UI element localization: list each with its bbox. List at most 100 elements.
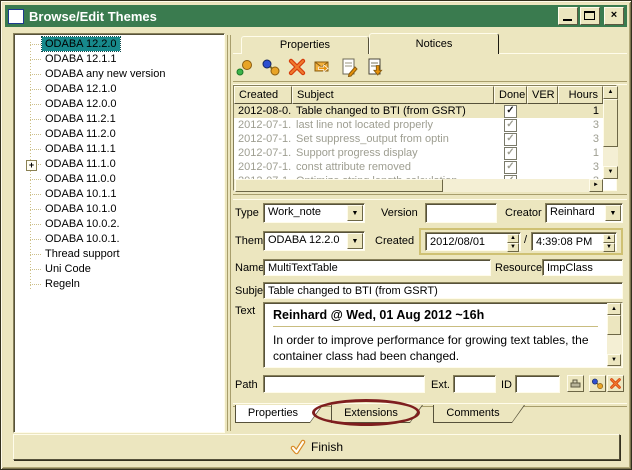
edit-document-icon[interactable] (339, 57, 359, 77)
text-divider (273, 326, 598, 327)
tree-item-odaba-10-0-1[interactable]: ODABA 10.0.1. (14, 232, 224, 247)
maximize-icon (584, 11, 595, 20)
created-date-spinner[interactable]: ▲ ▼ (425, 232, 521, 251)
version-field[interactable] (425, 203, 497, 223)
maximize-button[interactable] (580, 7, 600, 25)
tree-item-odaba-12-1-1[interactable]: ODABA 12.1.1 (14, 52, 224, 67)
id-field[interactable] (515, 375, 560, 393)
names-field[interactable] (263, 259, 491, 276)
tree-item-regeln[interactable]: Regeln (14, 277, 224, 292)
text-label: Text (235, 305, 255, 317)
tree-item-odaba-10-0-2[interactable]: ODABA 10.0.2. (14, 217, 224, 232)
minimize-button[interactable] (558, 7, 578, 25)
minimize-icon (563, 19, 572, 21)
title-bar: Browse/Edit Themes × (5, 5, 627, 27)
tree-item-odaba-12-1-0[interactable]: ODABA 12.1.0 (14, 82, 224, 97)
chevron-down-icon[interactable]: ▼ (347, 233, 363, 249)
chevron-down-icon[interactable]: ▼ (347, 205, 363, 221)
tab-comments[interactable]: Comments (433, 405, 525, 423)
chevron-down-icon[interactable]: ▼ (605, 205, 621, 221)
tab-properties-top[interactable]: Properties (241, 36, 369, 54)
text-heading: Reinhard @ Wed, 01 Aug 2012 ~16h (273, 308, 598, 322)
tab-extensions[interactable]: Extensions (331, 405, 423, 423)
table-horizontal-scrollbar[interactable]: ► (234, 179, 603, 192)
column-header-created[interactable]: Created (234, 86, 292, 104)
tree-item-odaba-any-new-version[interactable]: ODABA any new version (14, 67, 224, 82)
tree-item-odaba-11-1-1[interactable]: ODABA 11.1.1 (14, 142, 224, 157)
text-scroll-thumb[interactable] (607, 315, 621, 335)
tab-notices[interactable]: Notices (369, 33, 499, 54)
expand-plus-icon[interactable]: + (26, 160, 37, 171)
tab-properties-bottom[interactable]: Properties (235, 405, 323, 423)
delete-icon[interactable] (287, 57, 307, 77)
column-header-hours[interactable]: Hours (558, 86, 603, 104)
text-body: In order to improve performance for grow… (273, 332, 598, 364)
clear-path-button[interactable] (607, 375, 624, 392)
close-button[interactable]: × (604, 7, 624, 25)
tree-item-odaba-10-1-0[interactable]: ODABA 10.1.0 (14, 202, 224, 217)
table-row[interactable]: 2012-07-1... Support progress display ✓ … (234, 146, 603, 160)
done-checkbox[interactable]: ✓ (504, 119, 517, 132)
spin-down-icon[interactable]: ▼ (603, 243, 615, 252)
new-node-icon[interactable] (235, 57, 255, 77)
version-label: Version (381, 207, 418, 219)
column-header-ver[interactable]: VER (527, 86, 558, 104)
done-checkbox[interactable]: ✓ (504, 105, 517, 118)
tree-item-odaba-11-1-0[interactable]: +ODABA 11.1.0 (14, 157, 224, 172)
tree-item-odaba-11-2-1[interactable]: ODABA 11.2.1 (14, 112, 224, 127)
scroll-up-icon[interactable]: ▲ (607, 303, 621, 315)
scroll-down-icon[interactable]: ▼ (603, 166, 618, 179)
notices-table: Created Subject Done VER Hours 2012-08-0… (233, 85, 617, 191)
subject-field[interactable] (263, 282, 623, 299)
ext-field[interactable] (453, 375, 496, 393)
table-body: 2012-08-0... Table changed to BTI (from … (234, 104, 603, 179)
tree-item-odaba-10-1-1[interactable]: ODABA 10.1.1 (14, 187, 224, 202)
done-checkbox[interactable]: ✓ (504, 133, 517, 146)
done-checkbox[interactable]: ✓ (504, 161, 517, 174)
table-row[interactable]: 2012-07-1... const attribute removed ✓ 3 (234, 160, 603, 174)
tree-item-uni-code[interactable]: Uni Code (14, 262, 224, 277)
send-mail-icon[interactable] (313, 57, 333, 77)
spin-up-icon[interactable]: ▲ (603, 234, 615, 243)
done-checkbox[interactable]: ✓ (504, 147, 517, 160)
created-label: Created (375, 235, 414, 247)
table-header: Created Subject Done VER Hours (234, 86, 603, 104)
scroll-up-icon[interactable]: ▲ (603, 86, 618, 99)
tree-item-odaba-11-0-0[interactable]: ODABA 11.0.0 (14, 172, 224, 187)
vertical-scroll-thumb[interactable] (603, 99, 618, 147)
horizontal-scroll-thumb[interactable] (235, 179, 443, 192)
theme-combobox[interactable]: ODABA 12.2.0 ▼ (263, 231, 365, 251)
browse-path-button[interactable] (567, 375, 584, 392)
text-editor[interactable]: Reinhard @ Wed, 01 Aug 2012 ~16h In orde… (263, 302, 623, 368)
link-resource-button[interactable] (589, 375, 606, 392)
export-document-icon[interactable] (365, 57, 385, 77)
link-nodes-icon[interactable] (261, 57, 281, 77)
table-row[interactable]: 2012-07-1... Set suppress_output from op… (234, 132, 603, 146)
table-row[interactable]: 2012-07-1... last line not located prope… (234, 118, 603, 132)
table-form-splitter[interactable] (233, 194, 627, 200)
scroll-down-icon[interactable]: ▼ (607, 354, 621, 366)
finish-button[interactable]: Finish (13, 434, 620, 460)
scroll-right-icon[interactable]: ► (589, 179, 603, 192)
type-combobox[interactable]: Work_note ▼ (263, 203, 365, 223)
created-time-spinner[interactable]: ▲ ▼ (531, 232, 617, 251)
tree-item-odaba-12-2-0[interactable]: ODABA 12.2.0 (14, 37, 224, 52)
text-vertical-scrollbar[interactable]: ▲ ▼ (607, 303, 622, 367)
table-vertical-scrollbar[interactable]: ▲ ▼ (603, 86, 618, 179)
check-icon (290, 439, 306, 455)
panel-splitter[interactable] (227, 35, 228, 431)
table-row[interactable]: 2012-08-0... Table changed to BTI (from … (234, 104, 603, 118)
creator-combobox[interactable]: Reinhard ▼ (545, 203, 623, 223)
tree-item-thread-support[interactable]: Thread support (14, 247, 224, 262)
spin-down-icon[interactable]: ▼ (507, 243, 519, 252)
path-field[interactable] (263, 375, 425, 393)
column-header-subject[interactable]: Subject (292, 86, 494, 104)
column-header-done[interactable]: Done (494, 86, 527, 104)
panel-splitter-line (230, 35, 231, 431)
spin-up-icon[interactable]: ▲ (507, 234, 519, 243)
delete-icon (609, 377, 622, 390)
tree-item-odaba-12-0-0[interactable]: ODABA 12.0.0 (14, 97, 224, 112)
resource-field[interactable] (542, 259, 623, 276)
tree-item-odaba-11-2-0[interactable]: ODABA 11.2.0 (14, 127, 224, 142)
finish-label: Finish (311, 440, 343, 454)
